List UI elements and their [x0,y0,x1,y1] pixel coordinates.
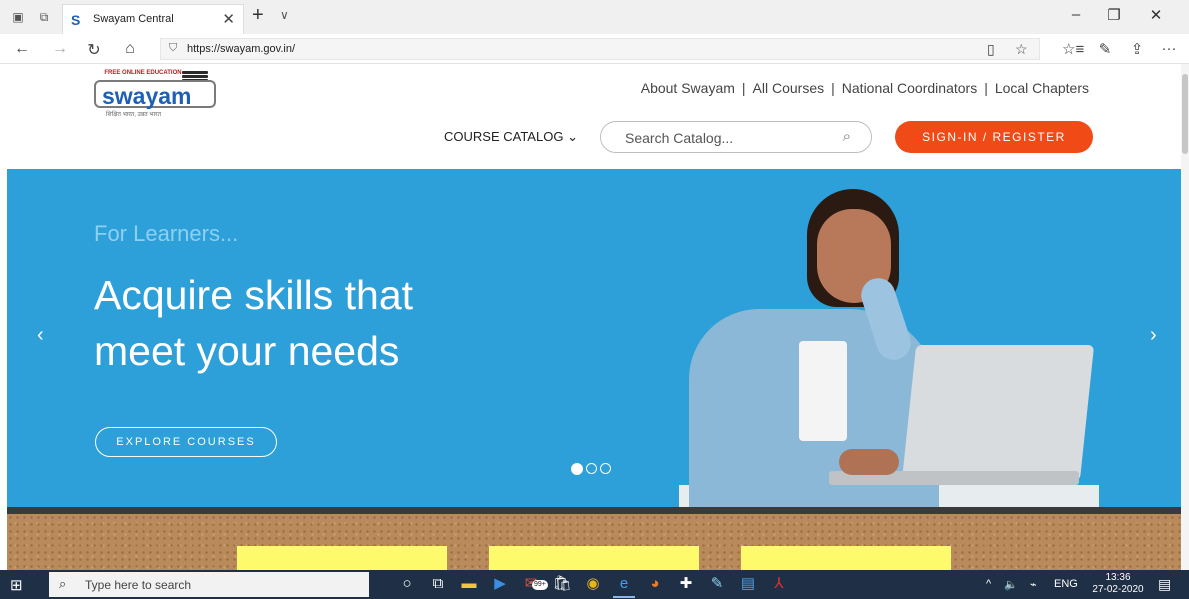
taskbar-search-placeholder: Type here to search [85,578,192,592]
explore-courses-button[interactable]: EXPLORE COURSES [95,427,277,457]
carousel-dot[interactable] [600,463,611,475]
search-catalog-box[interactable]: ⌕ [600,121,872,153]
restore-icon[interactable]: ❐ [1100,6,1128,24]
hero-image-hand [839,449,899,475]
share-icon[interactable]: ⇪ [1126,40,1148,58]
carousel-dot[interactable] [586,463,597,475]
notes-icon[interactable]: ▤ [737,574,759,594]
edge-icon[interactable]: e [613,574,635,598]
notification-center-icon[interactable]: ▤ [1158,576,1171,593]
nav-link-national-coordinators[interactable]: National Coordinators [842,80,977,96]
search-input[interactable] [623,128,823,148]
course-catalog-label: COURSE CATALOG [444,129,564,144]
lock-icon: ⛉ [169,42,178,54]
set-aside-tabs-icon[interactable]: ⧉ [36,9,52,25]
new-tab-icon[interactable]: + [252,4,264,27]
address-bar: ← → ↻ ⌂ ⛉ https://swayam.gov.in/ ▯ ☆ ☆≡ … [0,34,1189,64]
favorite-star-icon[interactable]: ☆ [1015,41,1028,58]
logo-wordmark: swayam [102,83,192,109]
pen-icon[interactable]: ✎ [1094,40,1116,58]
swayam-favicon-icon: S [71,12,81,28]
window-close-icon[interactable]: ✕ [1142,6,1170,24]
chevron-down-icon: ⌄ [567,129,578,144]
page-scrollbar[interactable] [1181,64,1189,570]
nav-separator: | [831,80,835,96]
nav-separator: | [984,80,988,96]
tab-actions-icon[interactable]: ▣ [10,9,26,25]
file-explorer-icon[interactable]: ▬ [458,574,480,594]
reading-view-icon[interactable]: ▯ [987,41,995,58]
close-tab-icon[interactable]: ✕ [222,10,235,28]
carousel-indicators [571,460,614,478]
store-icon[interactable]: 🛍 [551,574,573,594]
swayam-logo[interactable]: FREE ONLINE EDUCATION swayam शिक्षित भार… [94,70,218,118]
search-icon: ⌕ [59,576,67,591]
section-divider [7,507,1181,514]
windows-start-icon[interactable]: ⊞ [10,576,23,594]
vpn-icon[interactable]: ✚ [675,574,697,594]
cortana-icon[interactable]: ○ [396,574,418,594]
course-catalog-dropdown[interactable]: COURSE CATALOG ⌄ [444,129,578,145]
forward-icon[interactable]: → [50,40,70,58]
scrollbar-thumb[interactable] [1182,74,1188,154]
logo-wordmark-box: swayam [94,80,216,109]
hero-headline: Acquire skills that meet your needs [94,272,414,374]
favorites-icon[interactable]: ☆≡ [1062,40,1084,58]
browser-tab-strip: ▣ ⧉ S Swayam Central ✕ + ∨ – ❐ ✕ [0,0,1189,34]
refresh-icon[interactable]: ↻ [84,40,104,60]
carousel-dot[interactable] [571,462,583,475]
cork-board-section [7,514,1181,570]
minimize-icon[interactable]: – [1062,6,1090,23]
mail-badge: 99+ [532,580,548,590]
clock-time: 13:36 [1105,572,1131,583]
sticky-note [237,546,447,570]
volume-icon[interactable]: 🔈 [1004,578,1018,591]
clock-date: 27-02-2020 [1092,584,1144,595]
url-text: https://swayam.gov.in/ [187,43,296,55]
back-icon[interactable]: ← [12,40,32,58]
home-icon[interactable]: ⌂ [120,40,140,58]
nav-separator: | [741,80,746,96]
hero-image-shirt [799,341,847,441]
windows-taskbar: ⊞ ⌕ Type here to search ○ ⧉ ▬ ▶ ✉ 99+ 🛍 ◉ e ◕ ✚ ✎ ▤ ⅄… [0,570,1189,599]
hero-carousel: For Learners... Acquire skills that meet… [7,169,1181,507]
network-icon[interactable]: ⌁ [1030,578,1037,591]
taskbar-search-box[interactable]: ⌕ Type here to search [49,572,369,597]
sticky-note [489,546,699,570]
acrobat-icon[interactable]: ⅄ [768,574,790,594]
logo-top-text: FREE ONLINE EDUCATION [104,70,182,76]
sign-in-register-button[interactable]: SIGN-IN / REGISTER [895,121,1093,153]
search-icon[interactable]: ⌕ [843,128,851,145]
paint-icon[interactable]: ✎ [706,574,728,594]
sticky-note [741,546,951,570]
hero-subtitle: For Learners... [94,221,239,246]
laptop-icon [901,345,1095,481]
hero-learner-image [679,181,1099,507]
chrome-icon[interactable]: ◉ [582,574,604,594]
tray-chevron-icon[interactable]: ^ [986,578,991,590]
carousel-next-icon[interactable]: › [1150,324,1157,347]
language-indicator[interactable]: ENG [1054,578,1078,590]
task-view-icon[interactable]: ⧉ [427,574,449,594]
taskbar-clock[interactable]: 13:36 27-02-2020 [1090,572,1146,596]
url-field[interactable]: ⛉ https://swayam.gov.in/ ▯ ☆ [160,38,1040,60]
carousel-prev-icon[interactable]: ‹ [37,324,44,347]
media-player-icon[interactable]: ▶ [489,574,511,594]
firefox-icon[interactable]: ◕ [644,574,666,594]
top-navigation: About Swayam | All Courses | National Coordi… [641,80,1089,96]
nav-link-all-courses[interactable]: All Courses [753,80,825,96]
more-icon[interactable]: ··· [1158,40,1180,57]
nav-link-local-chapters[interactable]: Local Chapters [995,80,1089,96]
logo-tagline: शिक्षित भारत, उन्नत भारत [106,112,161,118]
mail-icon[interactable]: ✉ 99+ [520,574,548,594]
tab-title: Swayam Central [93,13,174,25]
browser-tab[interactable]: S Swayam Central ✕ [62,4,244,34]
tab-menu-chevron-icon[interactable]: ∨ [280,8,289,22]
nav-link-about[interactable]: About Swayam [641,80,735,96]
